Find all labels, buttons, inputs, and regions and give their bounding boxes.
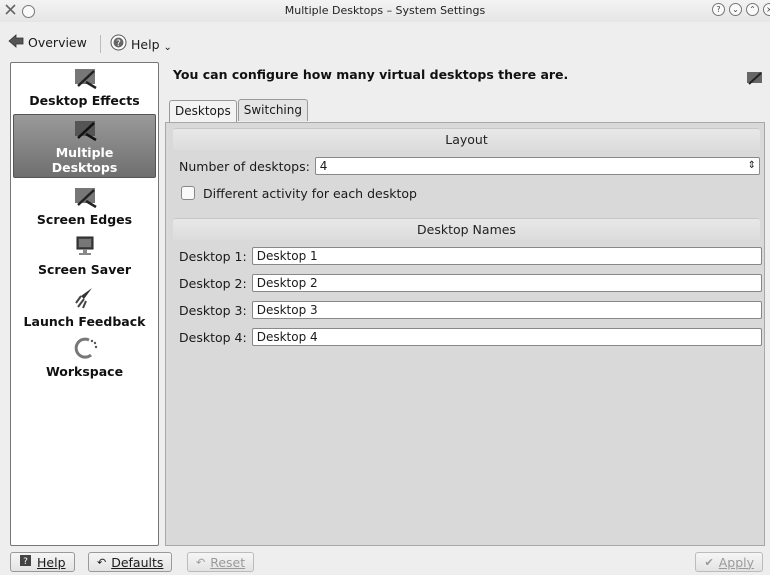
desktop-1-name-input[interactable]: Desktop 1 xyxy=(251,247,762,265)
tab-switching[interactable]: Switching xyxy=(237,99,308,121)
layout-group-title: Layout xyxy=(173,128,760,150)
num-desktops-row: Number of desktops: 4 ⇕ xyxy=(179,156,760,176)
tab-pane-desktops: Layout Number of desktops: 4 ⇕ Different… xyxy=(165,122,765,546)
defaults-button-label: Defaults xyxy=(111,554,164,570)
maximize-button[interactable]: ⌃ xyxy=(746,3,759,16)
sidebar-item-screen-edges[interactable]: Screen Edges xyxy=(11,185,158,227)
svg-text:?: ? xyxy=(23,557,28,567)
sidebar-item-screen-saver[interactable]: Screen Saver xyxy=(11,235,158,277)
sidebar-item-label: Desktop Effects xyxy=(29,93,140,108)
help-book-icon: ? xyxy=(19,554,32,570)
spin-arrows-icon[interactable]: ⇕ xyxy=(748,158,756,174)
sidebar-item-launch-feedback[interactable]: Launch Feedback xyxy=(11,285,158,329)
defaults-button[interactable]: ↶ Defaults xyxy=(88,552,173,572)
page-headline: You can configure how many virtual deskt… xyxy=(173,67,569,82)
desktop-names-title: Desktop Names xyxy=(173,218,760,240)
minimize-button[interactable]: ⌄ xyxy=(729,3,742,16)
help-icon: ? xyxy=(110,34,127,54)
desktop-name-row: Desktop 4: Desktop 4 xyxy=(179,327,762,347)
num-desktops-spinbox[interactable]: 4 ⇕ xyxy=(314,157,760,175)
sidebar-item-label: Launch Feedback xyxy=(23,314,146,329)
num-desktops-label: Number of desktops: xyxy=(179,158,310,174)
reset-button-label: Reset xyxy=(210,554,246,570)
back-arrow-icon xyxy=(8,34,24,51)
context-help-button[interactable]: ? xyxy=(712,3,725,16)
screen-edges-icon xyxy=(11,185,158,212)
desktop-name-row: Desktop 1: Desktop 1 xyxy=(179,246,762,266)
sidebar-item-multiple-desktops[interactable]: Multiple Desktops xyxy=(13,114,156,178)
desktop-name-label: Desktop 3: xyxy=(179,302,247,318)
reset-icon: ↶ xyxy=(196,555,206,569)
desktop-name-row: Desktop 3: Desktop 3 xyxy=(179,300,762,320)
help-menu-button[interactable]: ? Help ⌄ xyxy=(110,34,172,54)
checkmark-icon: ✔ xyxy=(704,555,714,569)
desktop-4-name-input[interactable]: Desktop 4 xyxy=(251,328,762,346)
tab-bar: Desktops Switching xyxy=(169,99,309,122)
desktop-name-row: Desktop 2: Desktop 2 xyxy=(179,273,762,293)
desktop-effects-icon xyxy=(11,66,158,93)
help-button-label: Help xyxy=(37,554,66,570)
sidebar-item-label: Screen Saver xyxy=(37,262,131,277)
sidebar-item-label: Screen Edges xyxy=(36,212,133,227)
overview-button[interactable]: Overview xyxy=(8,34,87,51)
sidebar-item-label-line2: Desktops xyxy=(51,160,118,175)
desktop-name-label: Desktop 4: xyxy=(179,329,247,345)
toolbar: Overview ? Help ⌄ xyxy=(0,26,770,58)
sidebar-item-label: Workspace xyxy=(45,364,124,379)
sidebar-item-workspace[interactable]: Workspace xyxy=(11,335,158,379)
toolbar-separator xyxy=(100,35,101,53)
sidebar-item-desktop-effects[interactable]: Desktop Effects xyxy=(11,66,158,108)
svg-text:?: ? xyxy=(116,39,121,49)
multiple-desktops-icon xyxy=(14,118,155,145)
reset-button[interactable]: ↶ Reset xyxy=(187,552,255,572)
tab-desktops[interactable]: Desktops xyxy=(169,100,237,122)
sidebar: Desktop Effects Multiple Desktops Screen… xyxy=(10,62,159,546)
chevron-down-icon: ⌄ xyxy=(163,41,172,53)
title-bar: Multiple Desktops – System Settings ? ⌄ … xyxy=(0,0,770,22)
num-desktops-value: 4 xyxy=(319,159,328,173)
sidebar-item-label: Multiple xyxy=(55,145,114,160)
workspace-icon xyxy=(11,335,158,364)
desktop-3-name-input[interactable]: Desktop 3 xyxy=(251,301,762,319)
multiple-desktops-icon xyxy=(746,70,764,89)
monitor-icon xyxy=(11,235,158,262)
apply-button-label: Apply xyxy=(718,554,754,570)
desktop-name-label: Desktop 2: xyxy=(179,275,247,291)
desktop-name-label: Desktop 1: xyxy=(179,248,247,264)
window-title: Multiple Desktops – System Settings xyxy=(284,4,486,17)
apply-button[interactable]: ✔ Apply xyxy=(695,552,763,572)
activity-checkbox[interactable] xyxy=(181,186,195,200)
close-button[interactable]: × xyxy=(763,3,770,16)
bottom-button-bar: ? Help ↶ Defaults ↶ Reset ✔ Apply xyxy=(0,550,770,575)
main-panel: You can configure how many virtual deskt… xyxy=(165,62,770,546)
desktop-2-name-input[interactable]: Desktop 2 xyxy=(251,274,762,292)
layout-group: Layout Number of desktops: 4 ⇕ Different… xyxy=(173,128,760,216)
defaults-icon: ↶ xyxy=(97,555,107,569)
activity-row: Different activity for each desktop xyxy=(179,183,417,203)
rocket-icon xyxy=(11,285,158,314)
help-label: Help xyxy=(131,36,160,52)
overview-label: Overview xyxy=(28,35,87,50)
activity-label: Different activity for each desktop xyxy=(203,185,417,201)
help-button[interactable]: ? Help xyxy=(10,552,75,572)
desktop-names-group: Desktop Names Desktop 1: Desktop 1 Deskt… xyxy=(173,218,762,350)
